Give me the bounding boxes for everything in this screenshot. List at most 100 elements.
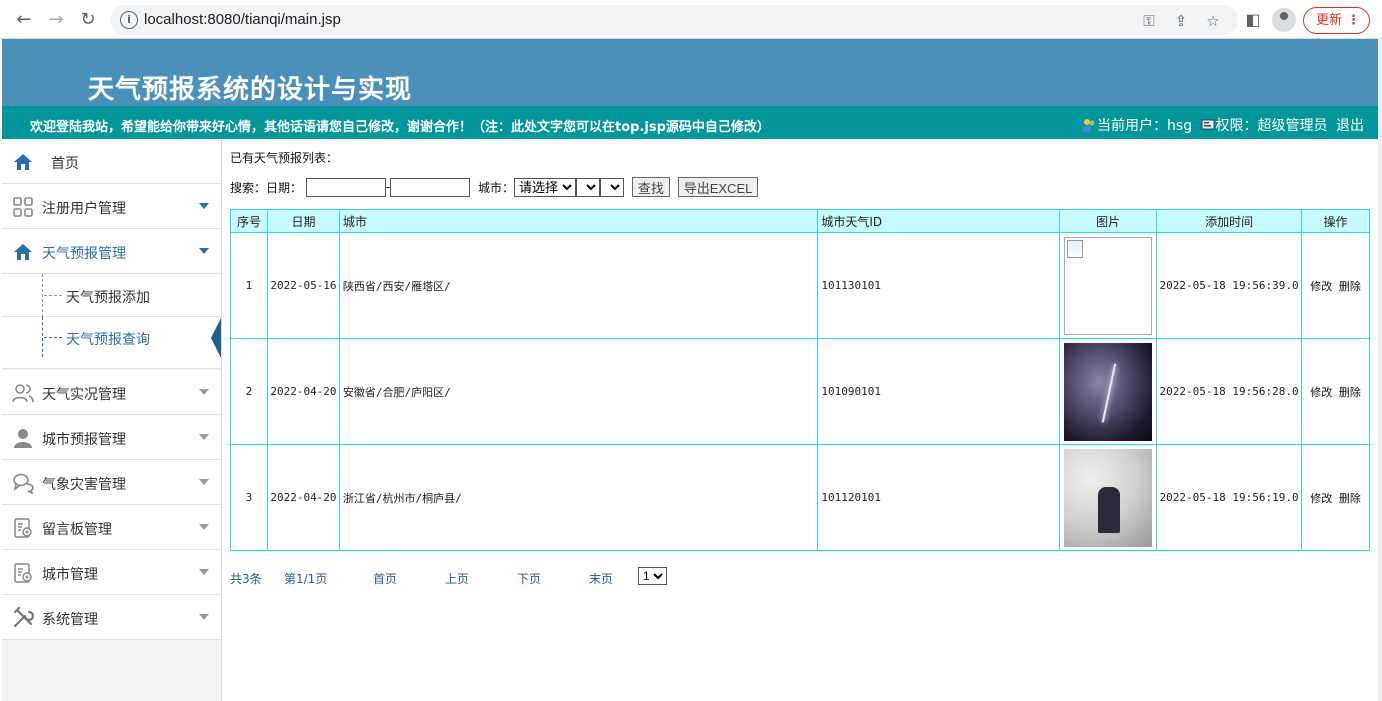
export-excel-button[interactable]: 导出EXCEL — [677, 177, 759, 197]
delete-link[interactable]: 删除 — [1339, 386, 1361, 399]
tree-line — [42, 274, 43, 317]
side-panel-icon[interactable]: ◧ — [1243, 10, 1263, 30]
table-row: 3 2022-04-20 浙江省/杭州市/桐庐县/ 101120101 2022… — [230, 444, 1370, 551]
cell-actions: 修改 删除 — [1301, 444, 1370, 551]
grid-icon — [12, 196, 34, 218]
city-select[interactable] — [576, 177, 601, 197]
delete-link[interactable]: 删除 — [1339, 280, 1361, 293]
delete-link[interactable]: 删除 — [1339, 492, 1361, 505]
broken-image-icon[interactable] — [1064, 236, 1153, 335]
caret-down-icon — [199, 248, 209, 254]
sidebar-item-city-forecast[interactable]: 城市预报管理 — [2, 415, 221, 460]
person-icon — [12, 427, 34, 449]
snow-street-image[interactable] — [1064, 448, 1153, 547]
cell-city-id: 101120101 — [817, 444, 1061, 551]
lightning-storm-image[interactable] — [1064, 342, 1153, 441]
address-bar[interactable]: i localhost:8080/tianqi/main.jsp ⚿ ⇪ ☆ — [110, 5, 1238, 35]
edit-link[interactable]: 修改 — [1310, 386, 1332, 399]
cell-city: 浙江省/杭州市/桐庐县/ — [338, 444, 819, 551]
edit-link[interactable]: 修改 — [1310, 280, 1332, 293]
sidebar-item-label: 留言板管理 — [42, 522, 112, 538]
cell-city: 安徽省/合肥/庐阳区/ — [338, 338, 819, 445]
cell-no: 2 — [230, 338, 268, 445]
province-select[interactable]: 请选择 — [514, 177, 577, 197]
share-icon[interactable]: ⇪ — [1172, 12, 1190, 30]
sidebar-item-home[interactable]: 首页 — [2, 139, 221, 184]
sidebar-item-label: 城市预报管理 — [42, 432, 126, 448]
cell-added: 2022-05-18 19:56:19.0 — [1156, 444, 1303, 551]
profile-avatar-icon[interactable] — [1272, 8, 1296, 32]
sidebar-item-guestbook[interactable]: 留言板管理 — [2, 505, 221, 550]
permission-icon — [1201, 119, 1215, 130]
sidebar-item-weather-actual[interactable]: 天气实况管理 — [2, 370, 221, 415]
caret-down-icon — [199, 434, 209, 440]
document-icon — [12, 562, 34, 584]
users-group-icon — [1083, 119, 1095, 132]
edit-link[interactable]: 修改 — [1310, 492, 1332, 505]
sidebar-item-label: 天气预报管理 — [42, 246, 126, 262]
sidebar-item-city-management[interactable]: 城市管理 — [2, 550, 221, 595]
sidebar-subitem-label: 天气预报查询 — [66, 332, 150, 348]
sidebar-subitem-forecast-query[interactable]: 天气预报查询 — [2, 317, 221, 369]
cell-city: 陕西省/西安/雁塔区/ — [338, 232, 819, 339]
sidebar-item-label: 城市管理 — [42, 567, 98, 583]
url-text[interactable]: localhost:8080/tianqi/main.jsp — [144, 11, 341, 28]
cell-added: 2022-05-18 19:56:28.0 — [1156, 338, 1303, 445]
cell-date: 2022-05-16 — [266, 232, 340, 339]
bookmark-star-icon[interactable]: ☆ — [1204, 12, 1222, 30]
column-header-added: 添加时间 — [1156, 209, 1303, 233]
prev-page-link[interactable]: 上页 — [445, 572, 469, 586]
key-icon[interactable]: ⚿ — [1140, 12, 1158, 30]
page-select[interactable]: 1 — [638, 567, 667, 585]
user-info: 当前用户：hsg 权限：超级管理员 退出 — [1082, 115, 1364, 135]
logout-link[interactable]: 退出 — [1336, 115, 1364, 135]
cell-actions: 修改 删除 — [1301, 338, 1370, 445]
cell-city-id: 101130101 — [817, 232, 1061, 339]
column-header-city-id: 城市天气ID — [817, 209, 1061, 233]
role-label: 权限： — [1215, 118, 1258, 134]
sidebar-item-label: 气象灾害管理 — [42, 477, 126, 493]
cell-added: 2022-05-18 19:56:39.0 — [1156, 232, 1303, 339]
caret-down-icon — [199, 389, 209, 395]
reload-icon[interactable]: ↻ — [76, 8, 100, 32]
sidebar-item-system[interactable]: 系统管理 — [2, 595, 221, 640]
home-icon — [12, 241, 34, 263]
welcome-bar: 欢迎登陆我站，希望能给你带来好心情，其他话语请您自己修改，谢谢合作！（注：此处文… — [2, 106, 1378, 139]
city-label: 城市： — [478, 180, 515, 195]
forward-arrow-icon[interactable]: → — [44, 8, 68, 32]
cell-date: 2022-04-20 — [266, 444, 340, 551]
site-info-icon[interactable]: i — [120, 11, 138, 29]
update-button[interactable]: 更新 ⋮ — [1303, 7, 1370, 34]
search-form: 搜索：日期： - 城市： 请选择 查找 导出EXCEL — [230, 177, 759, 197]
update-label: 更新 — [1316, 13, 1343, 28]
date-label: 日期： — [266, 180, 303, 195]
sidebar-item-disaster[interactable]: 气象灾害管理 — [2, 460, 221, 505]
district-select[interactable] — [600, 177, 625, 197]
site-title: 天气预报系统的设计与实现 — [88, 75, 413, 105]
sidebar-subitem-forecast-add[interactable]: 天气预报添加 — [2, 274, 221, 317]
page-indicator: 第1/1页 — [284, 572, 328, 586]
next-page-link[interactable]: 下页 — [517, 572, 541, 586]
caret-down-icon — [199, 203, 209, 209]
role-value: 超级管理员 — [1257, 118, 1328, 134]
last-page-link[interactable]: 末页 — [589, 572, 613, 586]
sidebar-item-forecast-management[interactable]: 天气预报管理 — [2, 229, 221, 274]
browser-toolbar: ← → ↻ i localhost:8080/tianqi/main.jsp ⚿… — [0, 0, 1382, 39]
back-arrow-icon[interactable]: ← — [12, 8, 36, 32]
cell-date: 2022-04-20 — [266, 338, 340, 445]
sidebar: 首页 注册用户管理 天气预报管理 天气预报添加 天气预报查询 天气实况管理 城市… — [2, 139, 222, 701]
sidebar-item-registered-users[interactable]: 注册用户管理 — [2, 184, 221, 229]
cell-actions: 修改 删除 — [1301, 232, 1370, 339]
column-header-actions: 操作 — [1301, 209, 1370, 233]
caret-down-icon — [199, 524, 209, 530]
date-from-input[interactable] — [305, 177, 386, 197]
search-label: 搜索： — [230, 180, 267, 195]
first-page-link[interactable]: 首页 — [373, 572, 397, 586]
cell-picture — [1059, 232, 1158, 339]
current-user-label: 当前用户： — [1097, 118, 1168, 134]
column-header-date: 日期 — [266, 209, 340, 233]
search-button[interactable]: 查找 — [631, 177, 670, 197]
sidebar-subitem-label: 天气预报添加 — [66, 290, 150, 306]
more-menu-icon[interactable]: ⋮ — [1347, 8, 1360, 33]
date-to-input[interactable] — [390, 177, 471, 197]
